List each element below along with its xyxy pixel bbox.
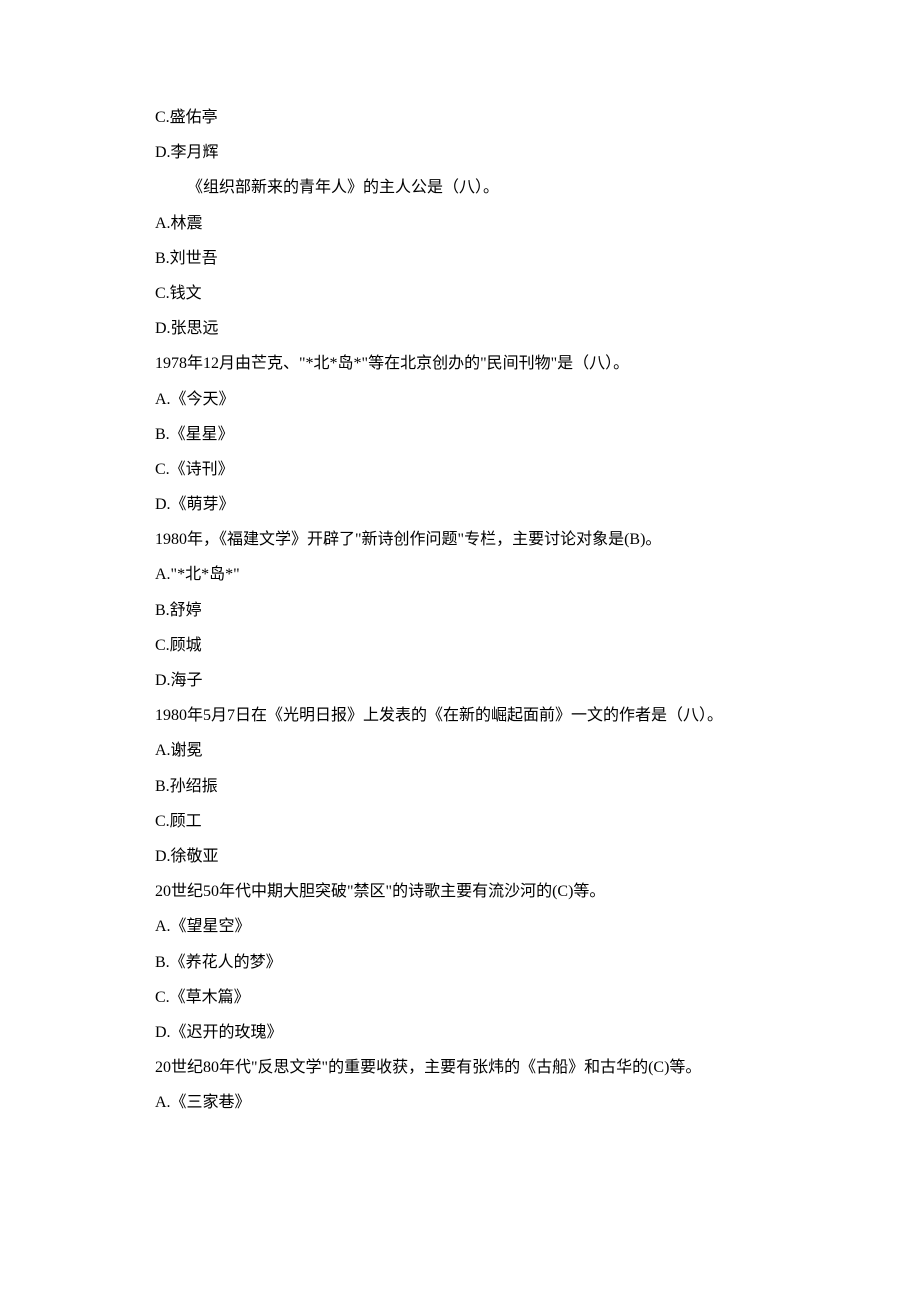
question-stem: 1980年，《福建文学》开辟了"新诗创作问题"专栏，主要讨论对象是(B)。 [155,532,765,548]
option-c: C.钱文 [155,286,765,302]
question-stem: 《组织部新来的青年人》的主人公是（八）。 [155,180,765,196]
option-b: B.孙绍振 [155,779,765,795]
option-c: C.顾城 [155,638,765,654]
option-d: D.海子 [155,673,765,689]
option-b: B.《星星》 [155,427,765,443]
option-c: C.盛佑亭 [155,110,765,126]
option-d: D.张思远 [155,321,765,337]
option-b: B.《养花人的梦》 [155,955,765,971]
option-d: D.徐敬亚 [155,849,765,865]
question-stem: 1978年12月由芒克、"*北*岛*"等在北京创办的"民间刊物"是（八）。 [155,356,765,372]
option-d: D.《萌芽》 [155,497,765,513]
option-c: C.《诗刊》 [155,462,765,478]
option-c: C.《草木篇》 [155,990,765,1006]
option-a: A."*北*岛*" [155,567,765,583]
option-b: B.刘世吾 [155,251,765,267]
option-a: A.《望星空》 [155,919,765,935]
option-b: B.舒婷 [155,603,765,619]
option-a: A.林震 [155,216,765,232]
option-c: C.顾工 [155,814,765,830]
option-a: A.《三家巷》 [155,1095,765,1111]
question-stem: 20世纪80年代"反思文学"的重要收获，主要有张炜的《古船》和古华的(C)等。 [155,1060,765,1076]
option-a: A.《今天》 [155,392,765,408]
question-stem: 20世纪50年代中期大胆突破"禁区"的诗歌主要有流沙河的(C)等。 [155,884,765,900]
document-page: C.盛佑亭 D.李月辉 《组织部新来的青年人》的主人公是（八）。 A.林震 B.… [0,0,920,1301]
option-d: D.《迟开的玫瑰》 [155,1025,765,1041]
option-a: A.谢冕 [155,743,765,759]
option-d: D.李月辉 [155,145,765,161]
question-stem: 1980年5月7日在《光明日报》上发表的《在新的崛起面前》一文的作者是（八）。 [155,708,765,724]
